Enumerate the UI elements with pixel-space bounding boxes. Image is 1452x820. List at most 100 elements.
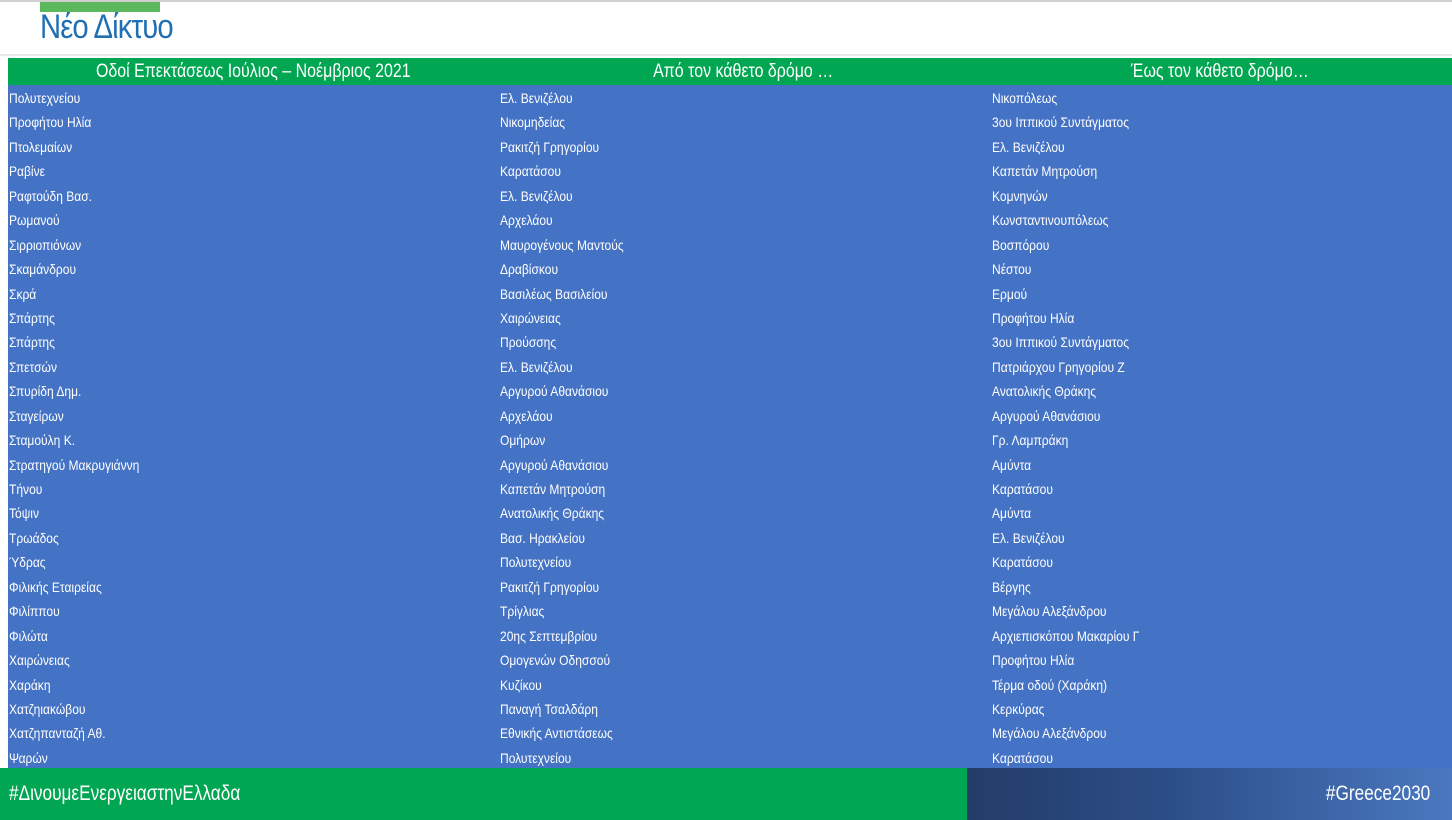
from-street-cell: Προύσσης xyxy=(500,334,557,351)
to-street-cell: Καρατάσου xyxy=(992,481,1053,497)
from-street-cell: Βασ. Ηρακλείου xyxy=(500,529,585,546)
table-header: Οδοί Επεκτάσεως Ιούλιος – Νοέμβριος 2021… xyxy=(8,58,1452,85)
from-street-cell: Ελ. Βενιζέλου xyxy=(500,358,573,375)
table-row: Σπετσών Ελ. Βενιζέλου Πατριάρχου Γρηγορίου… xyxy=(8,355,1452,379)
from-street-cell: Βασιλέως Βασιλείου xyxy=(500,285,608,302)
street-name-cell: Πτολεμαίων xyxy=(9,138,73,155)
to-street-cell: Καπετάν Μητρούση xyxy=(992,163,1098,180)
street-name-cell: Σταμούλη Κ. xyxy=(9,432,76,449)
from-street-cell: Ομήρων xyxy=(500,432,546,449)
to-street-cell: Τέρμα οδού (Χαράκη) xyxy=(992,676,1108,693)
from-street-cell: Αργυρού Αθανάσιου xyxy=(500,383,609,400)
street-name-cell: Σκρά xyxy=(9,285,37,302)
to-street-cell: 3ου Ιππικού Συντάγματος xyxy=(992,114,1130,131)
table-row: Ψαρών Πολυτεχνείου Καρατάσου xyxy=(8,746,1452,770)
table-row: Χατζηιακώβου Παναγή Τσαλδάρη Κερκύρας xyxy=(8,697,1452,721)
to-street-cell: Νικοπόλεως xyxy=(992,90,1058,106)
table-row: Στρατηγού Μακρυγιάννη Αργυρού Αθανάσιου Αμ… xyxy=(8,453,1452,477)
street-name-cell: Σταγείρων xyxy=(9,407,64,424)
to-street-cell: Πατριάρχου Γρηγορίου Ζ xyxy=(992,358,1125,375)
street-name-cell: Σιρριοπιόνων xyxy=(9,236,82,253)
table-row: Ρωμανού Αρχελάου Κωνσταντινουπόλεως xyxy=(8,208,1452,232)
street-name-cell: Σπυρίδη Δημ. xyxy=(9,383,82,400)
from-street-cell: Εθνικής Αντιστάσεως xyxy=(500,725,613,742)
footer-hashtag-energy: #ΔινουμεΕνεργειαστηνΕλλαδα xyxy=(9,782,241,805)
from-street-cell: Πολυτεχνείου xyxy=(500,554,572,571)
street-name-cell: Προφήτου Ηλία xyxy=(9,114,92,131)
from-street-cell: Ρακιτζή Γρηγορίου xyxy=(500,138,600,155)
from-street-cell: Ομογενών Οδησσού xyxy=(500,652,611,669)
to-street-cell: Βοσπόρου xyxy=(992,236,1050,253)
from-street-cell: Ανατολικής Θράκης xyxy=(500,505,605,522)
to-street-cell: Μεγάλου Αλεξάνδρου xyxy=(992,603,1107,620)
street-name-cell: Ραφτούδη Βασ. xyxy=(9,187,93,204)
from-street-cell: Κυζίκου xyxy=(500,676,542,693)
street-name-cell: Στρατηγού Μακρυγιάννη xyxy=(9,456,140,473)
table-row: Τήνου Καπετάν Μητρούση Καρατάσου xyxy=(8,477,1452,501)
to-street-cell: Μεγάλου Αλεξάνδρου xyxy=(992,725,1107,742)
header-to-street: Έως τον κάθετο δρόμο… xyxy=(1131,61,1309,82)
table-row: Τρωάδος Βασ. Ηρακλείου Ελ. Βενιζέλου xyxy=(8,526,1452,550)
street-name-cell: Χαιρώνειας xyxy=(9,652,70,669)
street-name-cell: Φιλώτα xyxy=(9,627,48,644)
from-street-cell: Μαυρογένους Μαντούς xyxy=(500,236,624,253)
to-street-cell: 3ου Ιππικού Συντάγματος xyxy=(992,334,1130,351)
to-street-cell: Κομνηνών xyxy=(992,187,1048,204)
from-street-cell: Δραβίσκου xyxy=(500,261,559,278)
footer-right-band: #Greece2030 xyxy=(967,768,1452,820)
to-street-cell: Νέστου xyxy=(992,261,1032,278)
street-name-cell: Ρωμανού xyxy=(9,212,60,229)
footer-left-band: #ΔινουμεΕνεργειαστηνΕλλαδα xyxy=(0,768,967,820)
from-street-cell: Ελ. Βενιζέλου xyxy=(500,90,573,106)
table-row: Ραφτούδη Βασ. Ελ. Βενιζέλου Κομνηνών xyxy=(8,184,1452,208)
street-name-cell: Τρωάδος xyxy=(9,529,59,546)
footer-hashtag-greece2030: #Greece2030 xyxy=(1325,782,1430,805)
table-row: Σπυρίδη Δημ. Αργυρού Αθανάσιου Ανατολικής … xyxy=(8,379,1452,403)
from-street-cell: Πολυτεχνείου xyxy=(500,749,572,766)
from-street-cell: Καρατάσου xyxy=(500,163,561,180)
street-name-cell: Χαράκη xyxy=(9,676,51,693)
to-street-cell: Ερμού xyxy=(992,285,1028,302)
table-row: Φιλώτα 20ης Σεπτεμβρίου Αρχιεπισκόπου Μακα… xyxy=(8,624,1452,648)
to-street-cell: Ανατολικής Θράκης xyxy=(992,383,1097,400)
table-row: Σταμούλη Κ. Ομήρων Γρ. Λαμπράκη xyxy=(8,428,1452,452)
from-street-cell: Ελ. Βενιζέλου xyxy=(500,187,573,204)
street-name-cell: Σκαμάνδρου xyxy=(9,261,77,278)
to-street-cell: Ελ. Βενιζέλου xyxy=(992,138,1065,155)
from-street-cell: Καπετάν Μητρούση xyxy=(500,481,606,497)
header-divider xyxy=(0,54,1452,56)
table-row: Ραβίνε Καρατάσου Καπετάν Μητρούση xyxy=(8,159,1452,183)
street-name-cell: Σπετσών xyxy=(9,358,57,375)
table-row: Χαιρώνειας Ομογενών Οδησσού Προφήτου Ηλία xyxy=(8,648,1452,672)
to-street-cell: Προφήτου Ηλία xyxy=(992,309,1075,326)
to-street-cell: Αρχιεπισκόπου Μακαρίου Γ xyxy=(992,627,1140,644)
from-street-cell: Αρχελάου xyxy=(500,212,553,229)
to-street-cell: Αμύντα xyxy=(992,505,1032,522)
street-name-cell: Χατζηπανταζή Αθ. xyxy=(9,725,106,742)
to-street-cell: Προφήτου Ηλία xyxy=(992,652,1075,669)
street-name-cell: Φιλικής Εταιρείας xyxy=(9,578,102,595)
table-row: Σκαμάνδρου Δραβίσκου Νέστου xyxy=(8,257,1452,281)
to-street-cell: Κερκύρας xyxy=(992,700,1045,717)
to-street-cell: Καρατάσου xyxy=(992,749,1053,766)
from-street-cell: Χαιρώνειας xyxy=(500,309,561,326)
from-street-cell: Παναγή Τσαλδάρη xyxy=(500,700,598,717)
table-row: Τόψιν Ανατολικής Θράκης Αμύντα xyxy=(8,501,1452,525)
table-row: Χατζηπανταζή Αθ. Εθνικής Αντιστάσεως Μεγάλ… xyxy=(8,721,1452,745)
top-rule xyxy=(0,0,1452,2)
street-name-cell: Τόψιν xyxy=(9,505,40,522)
table-row: Ύδρας Πολυτεχνείου Καρατάσου xyxy=(8,550,1452,574)
table-row: Φιλικής Εταιρείας Ρακιτζή Γρηγορίου Βέργης xyxy=(8,575,1452,599)
street-name-cell: Ψαρών xyxy=(9,749,48,766)
from-street-cell: Τρίγλιας xyxy=(500,603,545,620)
table-row: Πτολεμαίων Ρακιτζή Γρηγορίου Ελ. Βενιζέλου xyxy=(8,135,1452,159)
header-from-street: Από τον κάθετο δρόμο … xyxy=(652,61,834,82)
to-street-cell: Κωνσταντινουπόλεως xyxy=(992,212,1109,229)
header-extension-streets: Οδοί Επεκτάσεως Ιούλιος – Νοέμβριος 2021 xyxy=(95,61,411,82)
from-street-cell: 20ης Σεπτεμβρίου xyxy=(500,627,598,644)
table-row: Προφήτου Ηλία Νικομηδείας 3ου Ιππικού Συντ… xyxy=(8,110,1452,134)
table-row: Σκρά Βασιλέως Βασιλείου Ερμού xyxy=(8,282,1452,306)
to-street-cell: Αμύντα xyxy=(992,456,1032,473)
page-title: Νέο Δίκτυο xyxy=(40,8,174,46)
from-street-cell: Ρακιτζή Γρηγορίου xyxy=(500,578,600,595)
